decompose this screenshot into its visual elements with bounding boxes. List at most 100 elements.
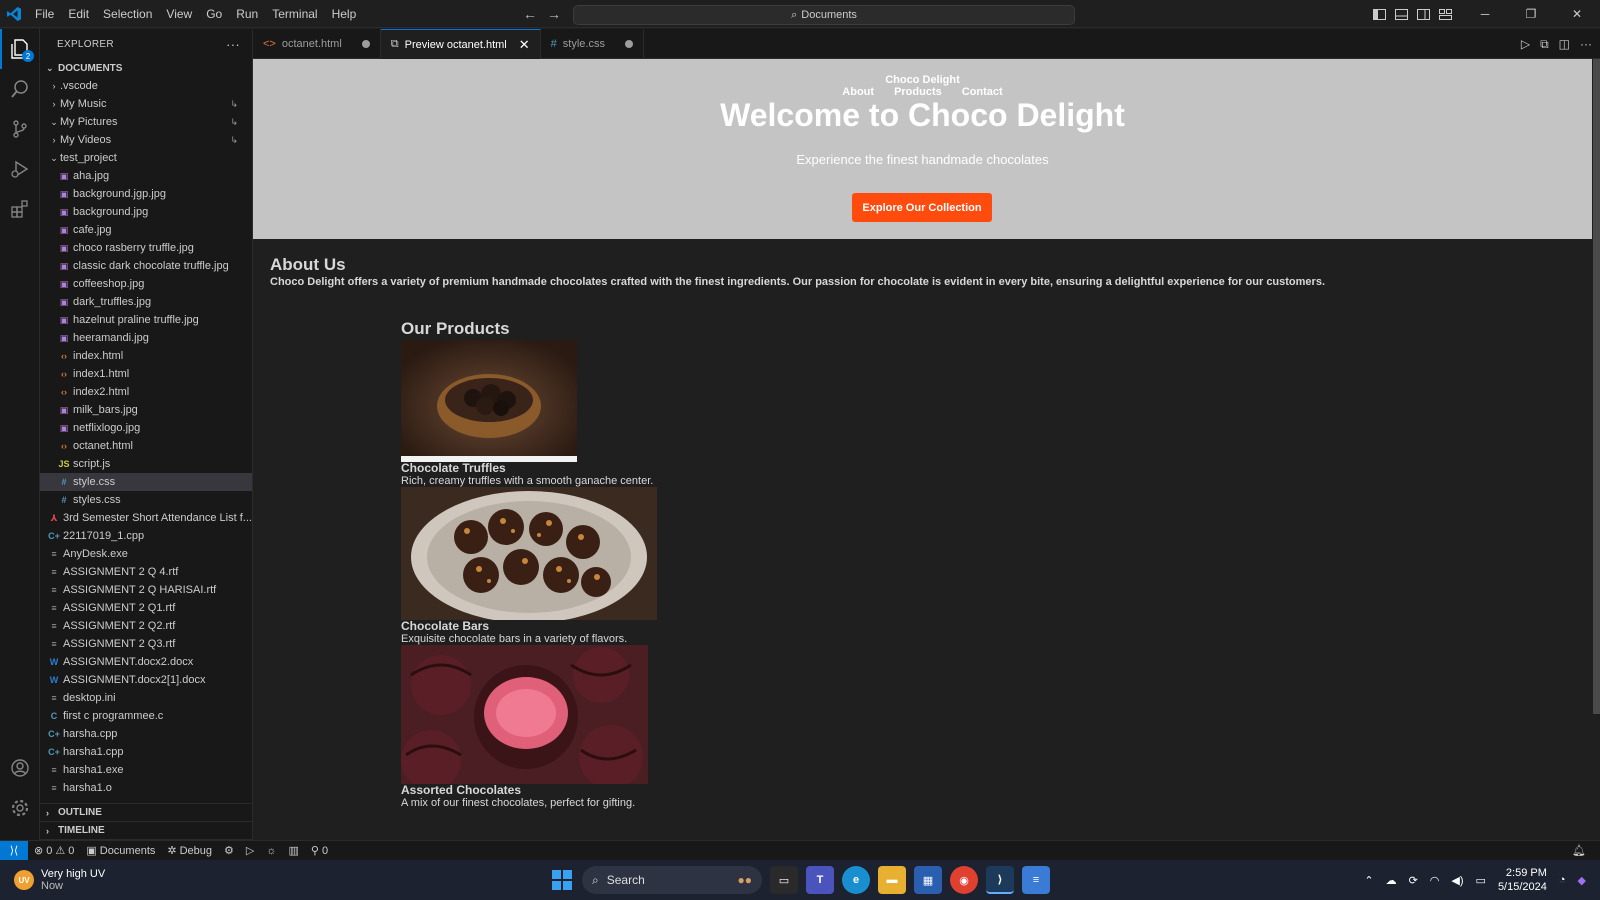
file-heeramandi-jpg[interactable]: ▣ heeramandi.jpg bbox=[40, 329, 252, 347]
file-background-jpg[interactable]: ▣ background.jpg bbox=[40, 203, 252, 221]
file-assignment-docx2-1-docx[interactable]: W ASSIGNMENT.docx2[1].docx bbox=[40, 671, 252, 689]
explore-collection-button[interactable]: Explore Our Collection bbox=[852, 193, 992, 222]
file-style-css[interactable]: # style.css bbox=[40, 473, 252, 491]
file-hazelnut-praline-truffle-jpg[interactable]: ▣ hazelnut praline truffle.jpg bbox=[40, 311, 252, 329]
clock[interactable]: 2:59 PM 5/15/2024 bbox=[1498, 866, 1547, 894]
back-arrow-icon[interactable]: ← bbox=[523, 6, 537, 22]
menu-go[interactable]: Go bbox=[199, 0, 229, 28]
edge-icon[interactable]: e bbox=[842, 866, 870, 894]
file-milk-bars-jpg[interactable]: ▣ milk_bars.jpg bbox=[40, 401, 252, 419]
close-tab-icon[interactable]: ✕ bbox=[519, 37, 530, 53]
taskbar-search[interactable]: ⌕ Search ●● bbox=[582, 866, 762, 894]
store-icon[interactable]: ▦ bbox=[914, 866, 942, 894]
file-netflixlogo-jpg[interactable]: ▣ netflixlogo.jpg bbox=[40, 419, 252, 437]
extensions-icon[interactable] bbox=[0, 189, 40, 229]
teams-icon[interactable]: T bbox=[806, 866, 834, 894]
notifications-icon[interactable]: ◔ bbox=[1559, 874, 1566, 886]
file-anydesk-exe[interactable]: ≡ AnyDesk.exe bbox=[40, 545, 252, 563]
folder-vscode[interactable]: › .vscode bbox=[40, 77, 252, 95]
tab-style-css[interactable]: # style.css bbox=[541, 29, 644, 59]
chevron-up-icon[interactable]: ⌃ bbox=[1364, 874, 1373, 887]
file-assignment-2-q2-rtf[interactable]: ≡ ASSIGNMENT 2 Q2.rtf bbox=[40, 617, 252, 635]
scrollbar-thumb[interactable] bbox=[1593, 59, 1600, 714]
file-assignment-2-q-harisai-rtf[interactable]: ≡ ASSIGNMENT 2 Q HARISAI.rtf bbox=[40, 581, 252, 599]
file-assignment-2-q-4-rtf[interactable]: ≡ ASSIGNMENT 2 Q 4.rtf bbox=[40, 563, 252, 581]
menu-edit[interactable]: Edit bbox=[61, 0, 96, 28]
manage-gear-icon[interactable] bbox=[0, 788, 40, 828]
workspace-indicator[interactable]: ▣ Documents bbox=[80, 844, 161, 858]
sync-icon[interactable]: ⟳ bbox=[1409, 874, 1418, 887]
weather-widget[interactable]: UV Very high UV Now bbox=[14, 868, 105, 892]
battery-icon[interactable]: ▭ bbox=[1476, 874, 1486, 887]
restore-icon[interactable]: ❐ bbox=[1508, 0, 1554, 28]
vscode-taskbar-icon[interactable]: ⟩ bbox=[986, 866, 1014, 894]
run-and-debug-icon[interactable] bbox=[0, 149, 40, 189]
task-view-icon[interactable]: ▭ bbox=[770, 866, 798, 894]
file-assignment-2-q1-rtf[interactable]: ≡ ASSIGNMENT 2 Q1.rtf bbox=[40, 599, 252, 617]
volume-icon[interactable]: ◀) bbox=[1451, 874, 1463, 887]
wifi-icon[interactable]: ◠ bbox=[1430, 874, 1440, 887]
file-assignment-2-q3-rtf[interactable]: ≡ ASSIGNMENT 2 Q3.rtf bbox=[40, 635, 252, 653]
explorer-icon[interactable]: 2 bbox=[0, 29, 40, 69]
bug-icon[interactable]: ☼ bbox=[260, 845, 282, 857]
preview-scrollbar[interactable] bbox=[1592, 59, 1600, 840]
tab-preview-octanet-html[interactable]: ⧉ Preview octanet.html ✕ bbox=[380, 29, 541, 59]
file-cafe-jpg[interactable]: ▣ cafe.jpg bbox=[40, 221, 252, 239]
toggle-panel-icon[interactable] bbox=[1390, 0, 1412, 28]
file-index1-html[interactable]: ‹› index1.html bbox=[40, 365, 252, 383]
file-harsha-cpp[interactable]: C+ harsha.cpp bbox=[40, 725, 252, 743]
file-desktop-ini[interactable]: ≡ desktop.ini bbox=[40, 689, 252, 707]
toggle-primary-sidebar-icon[interactable] bbox=[1368, 0, 1390, 28]
toggle-secondary-sidebar-icon[interactable] bbox=[1412, 0, 1434, 28]
folder-test-project[interactable]: ⌄ test_project bbox=[40, 149, 252, 167]
folder-my-music[interactable]: › My Music ↳ bbox=[40, 95, 252, 113]
run-status-icon[interactable]: ▷ bbox=[240, 844, 260, 857]
unsaved-dot-icon[interactable] bbox=[361, 40, 370, 48]
tab-octanet-html[interactable]: <> octanet.html bbox=[253, 29, 381, 59]
file-harsha1-exe[interactable]: ≡ harsha1.exe bbox=[40, 761, 252, 779]
file-assignment-docx2-docx[interactable]: W ASSIGNMENT.docx2.docx bbox=[40, 653, 252, 671]
file-22117019-1-cpp[interactable]: C+ 22117019_1.cpp bbox=[40, 527, 252, 545]
notepad-icon[interactable]: ≡ bbox=[1022, 866, 1050, 894]
file-background-jgp-jpg[interactable]: ▣ background.jgp.jpg bbox=[40, 185, 252, 203]
file-harsha1-o[interactable]: ≡ harsha1.o bbox=[40, 779, 252, 797]
file-explorer-icon[interactable]: ▬ bbox=[878, 866, 906, 894]
remote-indicator-icon[interactable]: ⟩⟨ bbox=[0, 840, 28, 861]
run-icon[interactable]: ▷ bbox=[1521, 37, 1530, 51]
file-script-js[interactable]: JS script.js bbox=[40, 455, 252, 473]
outline-section[interactable]: › OUTLINE bbox=[40, 804, 252, 822]
source-control-icon[interactable] bbox=[0, 109, 40, 149]
forward-arrow-icon[interactable]: → bbox=[547, 6, 561, 22]
copilot-icon[interactable]: ◆ bbox=[1578, 874, 1586, 887]
minimize-icon[interactable]: ─ bbox=[1462, 0, 1508, 28]
customize-layout-icon[interactable] bbox=[1434, 0, 1456, 28]
file-choco-rasberry-truffle-jpg[interactable]: ▣ choco rasberry truffle.jpg bbox=[40, 239, 252, 257]
documents-folder-header[interactable]: ⌄ DOCUMENTS bbox=[40, 59, 252, 77]
open-preview-icon[interactable]: ⧉ bbox=[1540, 37, 1549, 52]
menu-help[interactable]: Help bbox=[325, 0, 364, 28]
menu-selection[interactable]: Selection bbox=[96, 0, 159, 28]
menu-terminal[interactable]: Terminal bbox=[265, 0, 324, 28]
timeline-section[interactable]: › TIMELINE bbox=[40, 822, 252, 840]
menu-file[interactable]: File bbox=[28, 0, 61, 28]
file-dark-truffles-jpg[interactable]: ▣ dark_truffles.jpg bbox=[40, 293, 252, 311]
trash-icon[interactable]: ▥ bbox=[282, 844, 304, 857]
split-editor-icon[interactable]: ◫ bbox=[1559, 37, 1570, 51]
close-window-icon[interactable]: ✕ bbox=[1554, 0, 1600, 28]
chrome-icon[interactable]: ◉ bbox=[950, 866, 978, 894]
file-octanet-html[interactable]: ‹› octanet.html bbox=[40, 437, 252, 455]
command-center-search[interactable]: ⌕ Documents bbox=[573, 5, 1075, 25]
file-index2-html[interactable]: ‹› index2.html bbox=[40, 383, 252, 401]
more-actions-icon[interactable]: ··· bbox=[226, 37, 240, 52]
settings-sync-icon[interactable]: ⚙ bbox=[218, 844, 240, 857]
search-view-icon[interactable] bbox=[0, 69, 40, 109]
folder-my-pictures[interactable]: ⌄ My Pictures ↳ bbox=[40, 113, 252, 131]
debug-indicator[interactable]: ✲ Debug bbox=[161, 844, 218, 858]
windows-start-icon[interactable] bbox=[552, 870, 572, 893]
notifications-bell-icon[interactable]: 🔔︎ bbox=[1566, 844, 1592, 857]
folder-my-videos[interactable]: › My Videos ↳ bbox=[40, 131, 252, 149]
file-classic-dark-chocolate-truffle-jpg[interactable]: ▣ classic dark chocolate truffle.jpg bbox=[40, 257, 252, 275]
unsaved-dot-icon[interactable] bbox=[624, 40, 633, 48]
menu-run[interactable]: Run bbox=[229, 0, 265, 28]
problems-indicator[interactable]: ⊗ 0 ⚠ 0 bbox=[28, 844, 80, 858]
